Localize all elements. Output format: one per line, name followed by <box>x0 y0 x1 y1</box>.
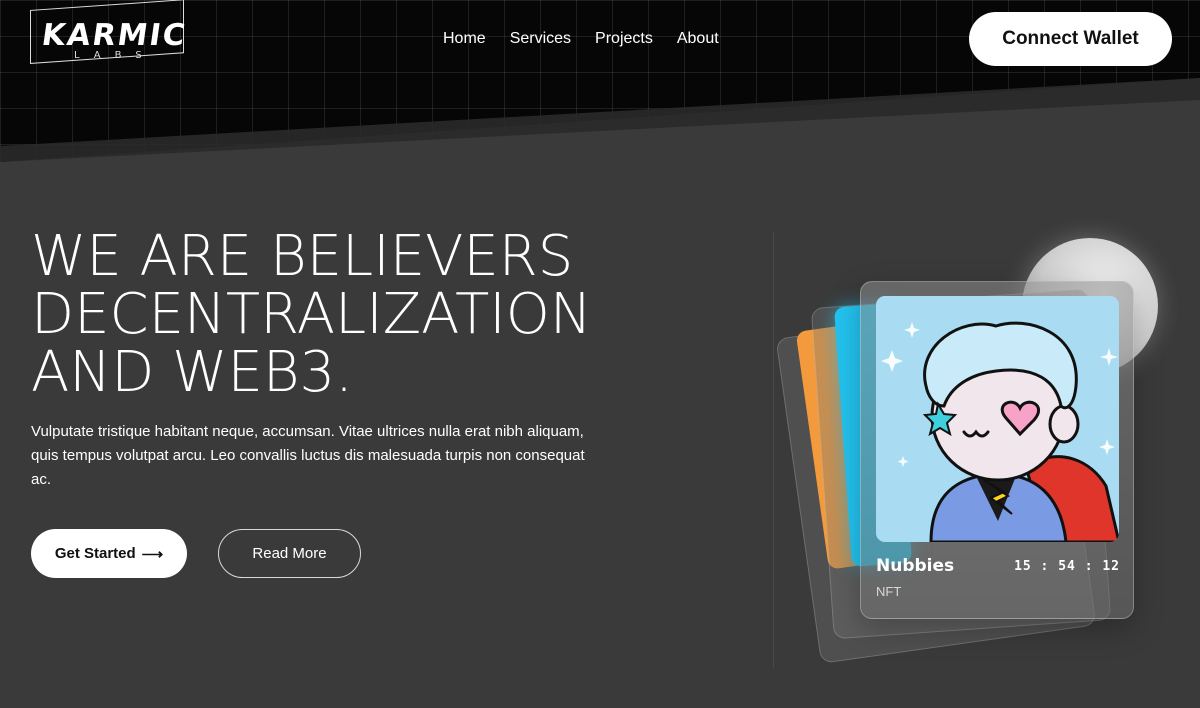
logo-sub-text: LABS <box>74 50 156 61</box>
hero-title-line-2: DECENTRALIZATION <box>31 282 592 347</box>
read-more-button[interactable]: Read More <box>218 529 361 578</box>
nft-countdown-timer: 15 : 54 : 12 <box>1014 559 1120 574</box>
hero-title: WE ARE BELIEVERS DECENTRALIZATION AND WE… <box>31 228 651 402</box>
nft-card[interactable]: Nubbies 15 : 54 : 12 NFT <box>860 281 1134 619</box>
nav-services[interactable]: Services <box>510 30 571 48</box>
arrow-right-icon: ⟶ <box>141 545 164 563</box>
nft-name: Nubbies <box>876 556 955 576</box>
connect-wallet-button[interactable]: Connect Wallet <box>969 12 1172 66</box>
hero-title-line-3: AND WEB3. <box>31 340 353 405</box>
hero-title-line-1: WE ARE BELIEVERS <box>31 224 574 289</box>
nft-artwork <box>876 296 1119 542</box>
hero-divider <box>773 232 774 668</box>
get-started-button[interactable]: Get Started ⟶ <box>31 529 187 578</box>
hero-description: Vulputate tristique habitant neque, accu… <box>31 423 585 488</box>
nav-projects[interactable]: Projects <box>595 30 653 48</box>
nav-home[interactable]: Home <box>443 30 486 48</box>
main-nav: Home Services Projects About <box>443 30 719 48</box>
logo-main-text: KARMIC <box>39 18 190 53</box>
get-started-label: Get Started <box>54 545 136 562</box>
karmic-labs-logo[interactable]: KARMIC LABS <box>30 0 190 68</box>
nav-about[interactable]: About <box>677 30 719 48</box>
nft-type-label: NFT <box>876 584 902 599</box>
nubbies-character-illustration <box>881 321 1119 542</box>
